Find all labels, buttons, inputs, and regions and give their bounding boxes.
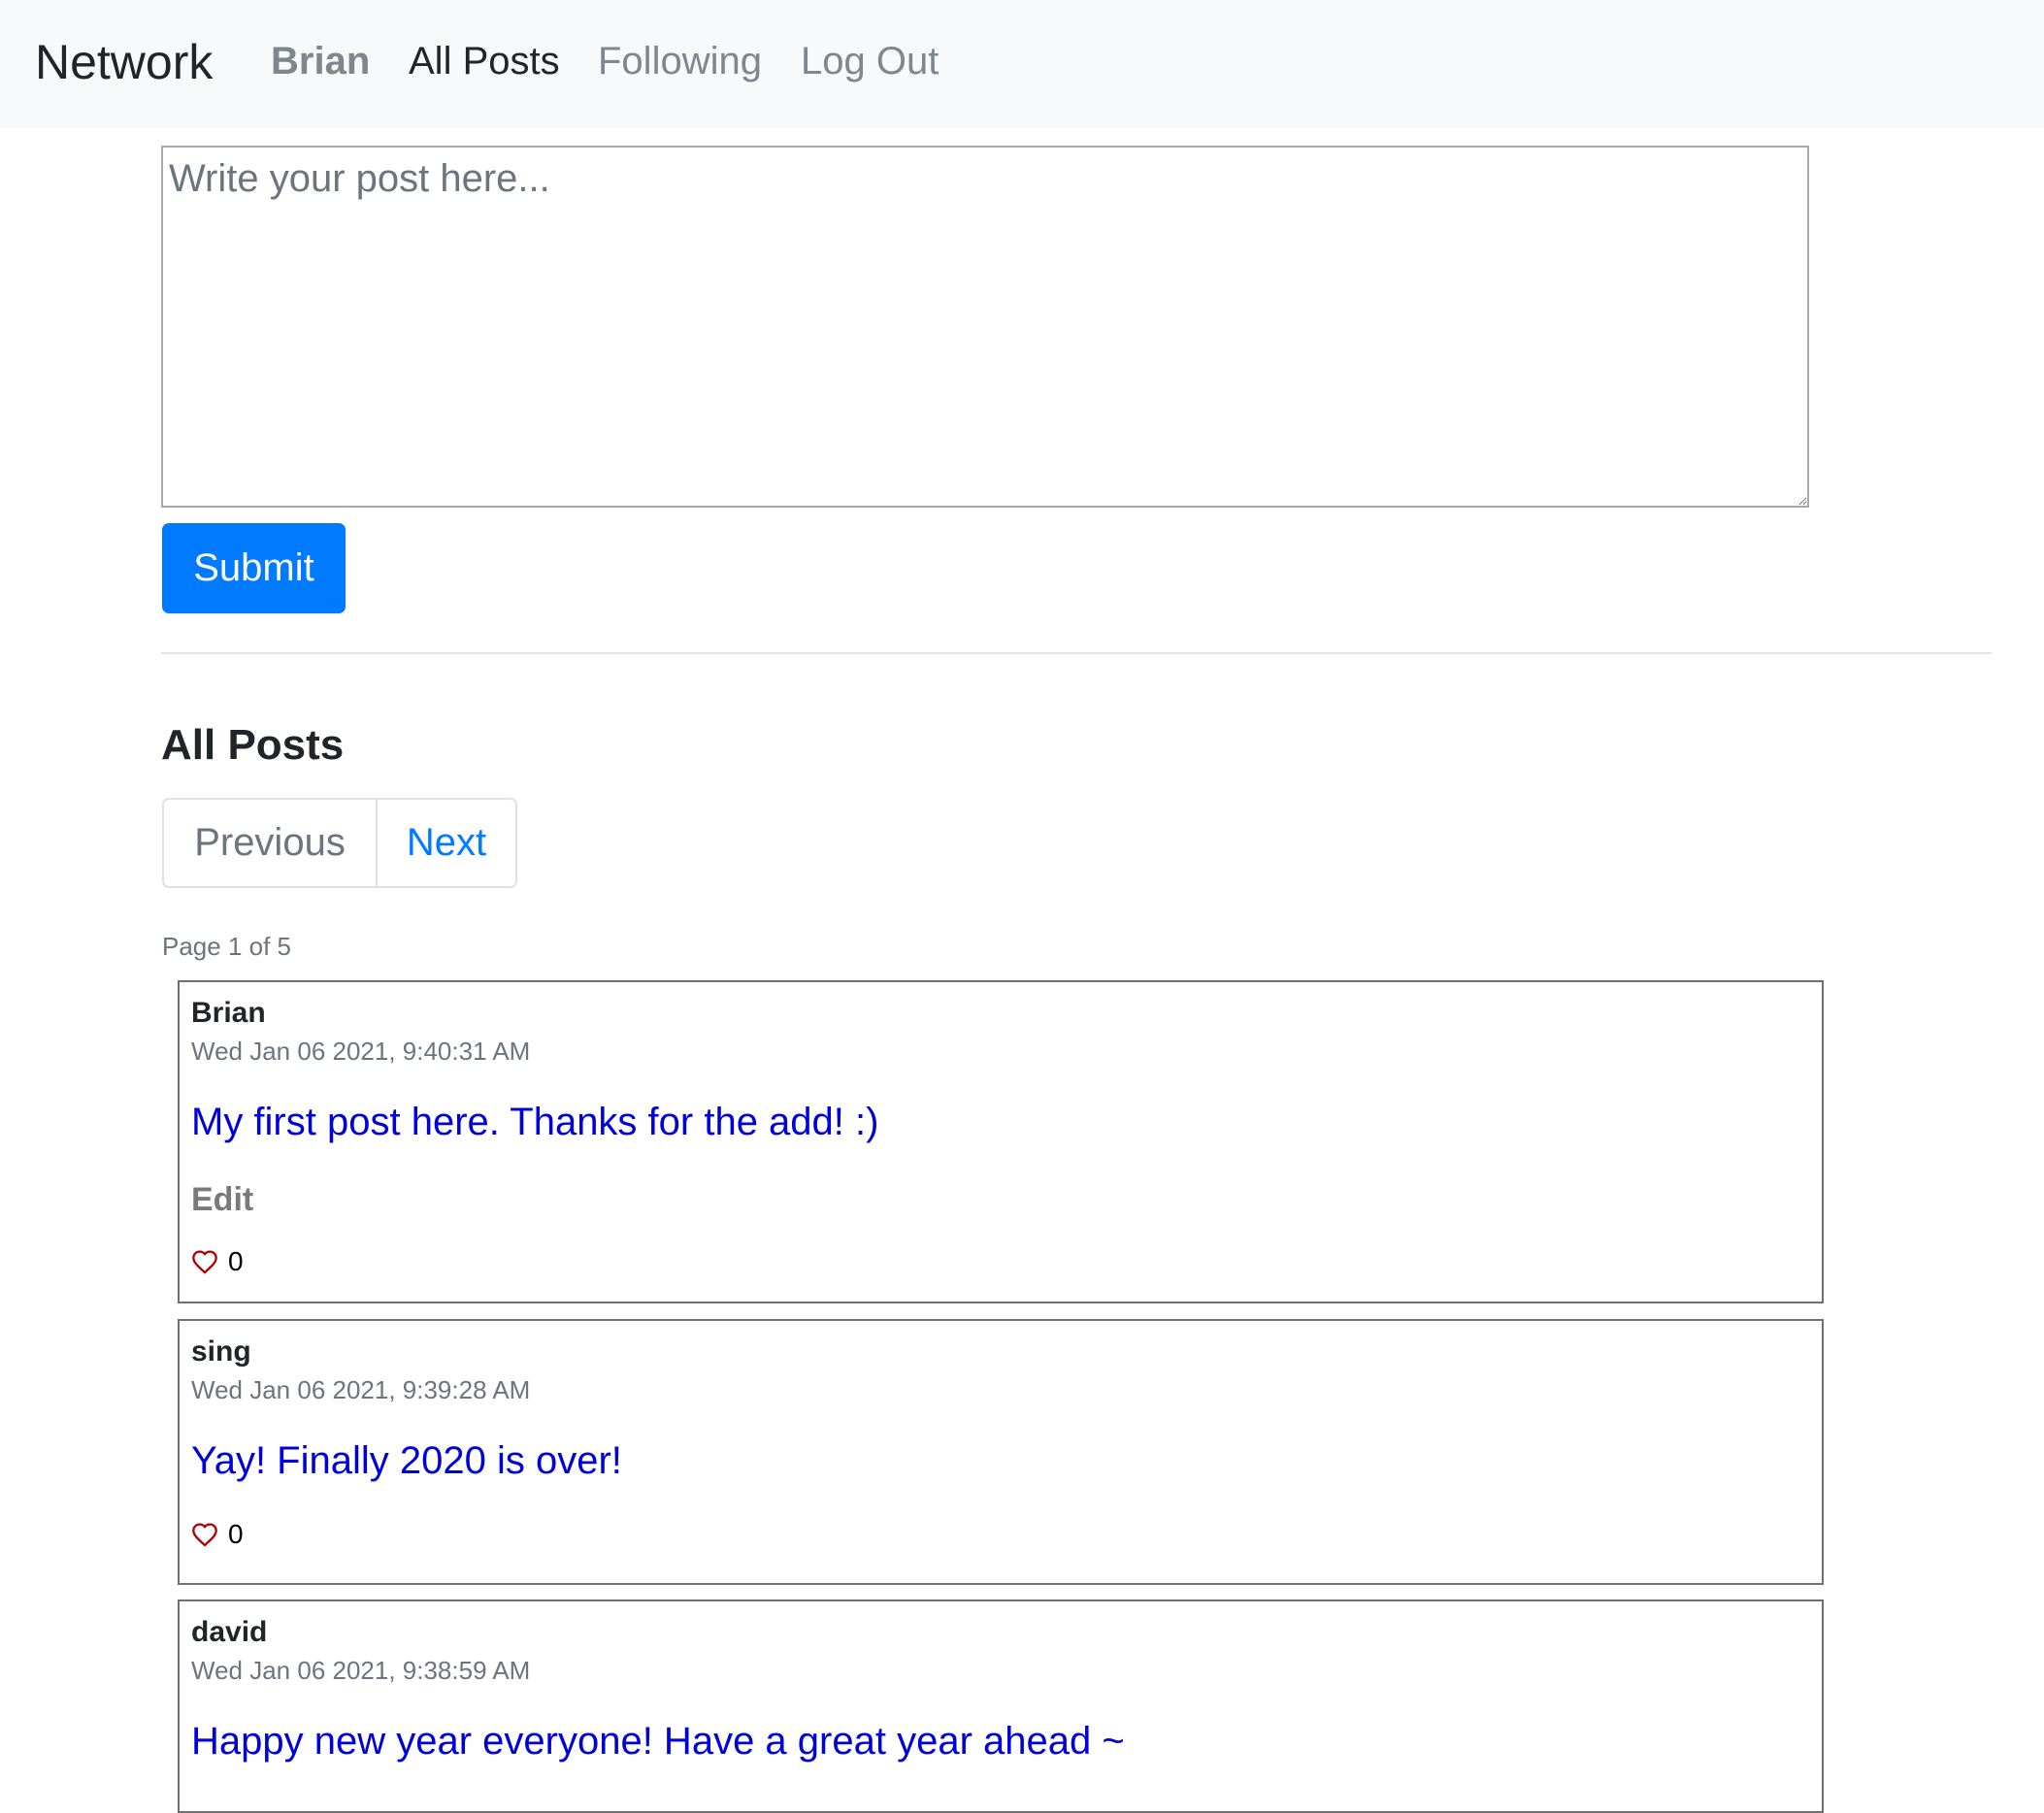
nav-logout[interactable]: Log Out bbox=[801, 37, 939, 85]
post-content: Happy new year everyone! Have a great ye… bbox=[191, 1720, 1125, 1763]
nav-all-posts[interactable]: All Posts bbox=[409, 37, 560, 85]
post-content: My first post here. Thanks for the add! … bbox=[191, 1101, 879, 1143]
page-info: Page 1 of 5 bbox=[162, 932, 291, 961]
navbar: Network Brian All Posts Following Log Ou… bbox=[0, 0, 2044, 128]
heart-outline-icon[interactable] bbox=[191, 1249, 218, 1274]
submit-button[interactable]: Submit bbox=[162, 523, 346, 613]
post-timestamp: Wed Jan 06 2021, 9:40:31 AM bbox=[191, 1037, 531, 1066]
edit-post-button[interactable]: Edit bbox=[191, 1180, 253, 1219]
like-row: 0 bbox=[191, 1517, 244, 1552]
post-timestamp: Wed Jan 06 2021, 9:38:59 AM bbox=[191, 1656, 531, 1685]
brand-logo[interactable]: Network bbox=[35, 33, 213, 91]
post-card: Brian Wed Jan 06 2021, 9:40:31 AM My fir… bbox=[178, 980, 1824, 1303]
previous-page-button[interactable]: Previous bbox=[164, 800, 378, 886]
pagination: Previous Next bbox=[162, 798, 517, 888]
new-post-input[interactable] bbox=[161, 146, 1809, 508]
post-card: sing Wed Jan 06 2021, 9:39:28 AM Yay! Fi… bbox=[178, 1319, 1824, 1585]
post-card: david Wed Jan 06 2021, 9:38:59 AM Happy … bbox=[178, 1599, 1824, 1813]
post-timestamp: Wed Jan 06 2021, 9:39:28 AM bbox=[191, 1375, 531, 1404]
nav-following[interactable]: Following bbox=[598, 37, 762, 85]
heart-outline-icon[interactable] bbox=[191, 1522, 218, 1547]
like-count: 0 bbox=[228, 1519, 244, 1549]
like-row: 0 bbox=[191, 1244, 244, 1279]
post-author[interactable]: sing bbox=[191, 1335, 251, 1369]
post-author[interactable]: david bbox=[191, 1615, 267, 1650]
post-author[interactable]: Brian bbox=[191, 996, 266, 1031]
like-count: 0 bbox=[228, 1246, 244, 1276]
page-title: All Posts bbox=[161, 721, 345, 769]
divider bbox=[161, 652, 1992, 654]
nav-user-profile[interactable]: Brian bbox=[271, 37, 370, 85]
post-content: Yay! Finally 2020 is over! bbox=[191, 1439, 622, 1482]
next-page-button[interactable]: Next bbox=[378, 800, 515, 886]
